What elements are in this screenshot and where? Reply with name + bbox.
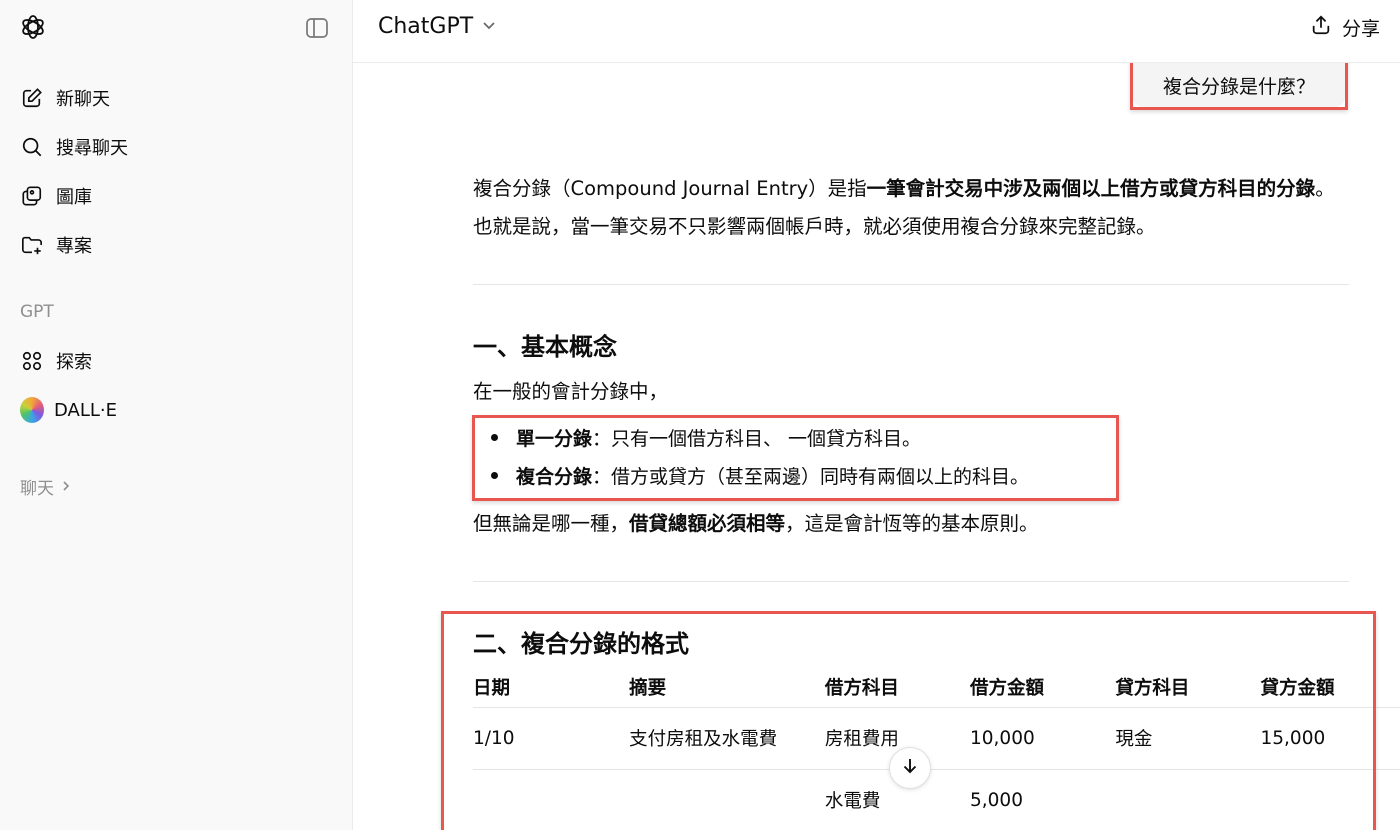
- search-icon: [20, 135, 44, 159]
- bullet-text: ：只有一個借方科目、 一個貸方科目。: [592, 427, 922, 450]
- bullet-term: 單一分錄: [516, 427, 593, 450]
- table-cell: [1115, 768, 1261, 830]
- conversation-area: 複合分錄是什麼？ 複合分錄（Compound Journal Entry）是指一…: [353, 63, 1400, 830]
- tail-text: 但無論是哪一種，: [473, 512, 630, 535]
- tail-text-end: ，這是會計恆等的基本原則。: [785, 512, 1039, 535]
- top-header: ChatGPT 分享: [353, 0, 1400, 63]
- column-header: 借方金額: [970, 677, 1045, 699]
- sidebar-item-dalle[interactable]: DALL·E: [20, 392, 117, 428]
- dalle-avatar: [20, 397, 44, 423]
- divider: [473, 284, 1349, 285]
- column-header: 貸方金額: [1260, 677, 1335, 699]
- sidebar: 新聊天 搜尋聊天 圖庫 專案 GPT 探索 DALL·E 聊天: [0, 0, 353, 830]
- table-header-row: 日期 摘要 借方科目 借方金額 貸方科目 貸方金額: [473, 667, 1400, 707]
- table-row: 水電費 5,000: [473, 768, 1400, 830]
- sidebar-toggle-icon[interactable]: [305, 16, 329, 40]
- sidebar-item-label: 圖庫: [56, 187, 92, 208]
- intro-paragraph: 複合分錄（Compound Journal Entry）是指一筆會計交易中涉及兩…: [473, 170, 1353, 246]
- folder-plus-icon: [20, 233, 44, 257]
- sidebar-item-label: 探索: [56, 352, 92, 373]
- table-row: 1/10 支付房租及水電費 房租費用 10,000 現金 15,000: [473, 706, 1400, 769]
- chevron-right-icon: [60, 477, 72, 497]
- bullet-term: 複合分錄: [516, 465, 593, 488]
- table-cell: [1260, 768, 1400, 830]
- section1-heading: 一、基本概念: [473, 333, 617, 361]
- share-label: 分享: [1341, 18, 1380, 40]
- sidebar-item-label: DALL·E: [54, 399, 118, 421]
- sidebar-item-label: 搜尋聊天: [56, 138, 128, 159]
- table-cell: 10,000: [970, 706, 1116, 769]
- column-header: 借方科目: [824, 677, 899, 699]
- column-header: 摘要: [629, 677, 667, 699]
- sidebar-item-label: 新聊天: [56, 89, 110, 110]
- bullet-dot: [491, 433, 498, 441]
- edit-icon: [20, 86, 44, 110]
- sidebar-item-label: 專案: [56, 236, 92, 257]
- column-header: 日期: [473, 677, 511, 699]
- openai-logo-icon[interactable]: [19, 13, 47, 41]
- gallery-icon: [20, 184, 44, 208]
- table-cell: 15,000: [1260, 706, 1400, 769]
- chevron-down-icon: [481, 14, 497, 39]
- gpt-section-label: GPT: [20, 302, 54, 322]
- model-switcher[interactable]: ChatGPT: [378, 14, 497, 39]
- bullet-text: ：借方或貸方（甚至兩邊）同時有兩個以上的科目。: [592, 465, 1030, 488]
- sidebar-item-projects[interactable]: 專案: [20, 227, 92, 263]
- grid-icon: [20, 349, 44, 373]
- sidebar-item-search-chats[interactable]: 搜尋聊天: [20, 129, 128, 165]
- table-cell: [629, 768, 825, 830]
- share-icon: [1310, 14, 1332, 41]
- table-cell: 5,000: [970, 768, 1116, 830]
- intro-bold-text: 一筆會計交易中涉及兩個以上借方或貸方科目的分錄: [866, 177, 1316, 200]
- bullet-dot: [491, 471, 498, 479]
- table-cell: 支付房租及水電費: [629, 706, 825, 769]
- share-button[interactable]: 分享: [1310, 14, 1380, 41]
- model-name: ChatGPT: [378, 14, 474, 39]
- table-cell: [473, 768, 630, 830]
- intro-text: 複合分錄（Compound Journal Entry）是指: [473, 177, 867, 200]
- tail-bold-text: 借貸總額必須相等: [629, 512, 786, 535]
- section2-heading: 二、複合分錄的格式: [473, 630, 689, 658]
- section1-lead: 在一般的會計分錄中，: [473, 380, 669, 403]
- section1-tail: 但無論是哪一種，借貸總額必須相等，這是會計恆等的基本原則。: [473, 505, 1353, 543]
- chats-section-toggle[interactable]: 聊天: [20, 474, 72, 499]
- user-message-bubble: 複合分錄是什麼？: [1133, 63, 1345, 107]
- journal-entry-table: 日期 摘要 借方科目 借方金額 貸方科目 貸方金額 1/10 支付房租及水電費 …: [473, 667, 1400, 830]
- table-cell: 現金: [1115, 706, 1261, 769]
- list-item: 複合分錄 ：借方或貸方（甚至兩邊）同時有兩個以上的科目。: [473, 456, 1029, 494]
- sidebar-item-gallery[interactable]: 圖庫: [20, 178, 92, 214]
- arrow-down-icon: [900, 756, 920, 780]
- sidebar-item-explore[interactable]: 探索: [20, 343, 92, 379]
- chats-section-label: 聊天: [20, 479, 54, 499]
- concept-bullet-list: 單一分錄 ：只有一個借方科目、 一個貸方科目。 複合分錄 ：借方或貸方（甚至兩邊）同…: [473, 418, 1029, 494]
- list-item: 單一分錄 ：只有一個借方科目、 一個貸方科目。: [473, 418, 1029, 456]
- column-header: 貸方科目: [1115, 677, 1190, 699]
- sidebar-item-new-chat[interactable]: 新聊天: [20, 80, 110, 116]
- scroll-to-bottom-button[interactable]: [889, 747, 931, 789]
- divider: [473, 581, 1349, 582]
- table-cell: 1/10: [473, 706, 630, 769]
